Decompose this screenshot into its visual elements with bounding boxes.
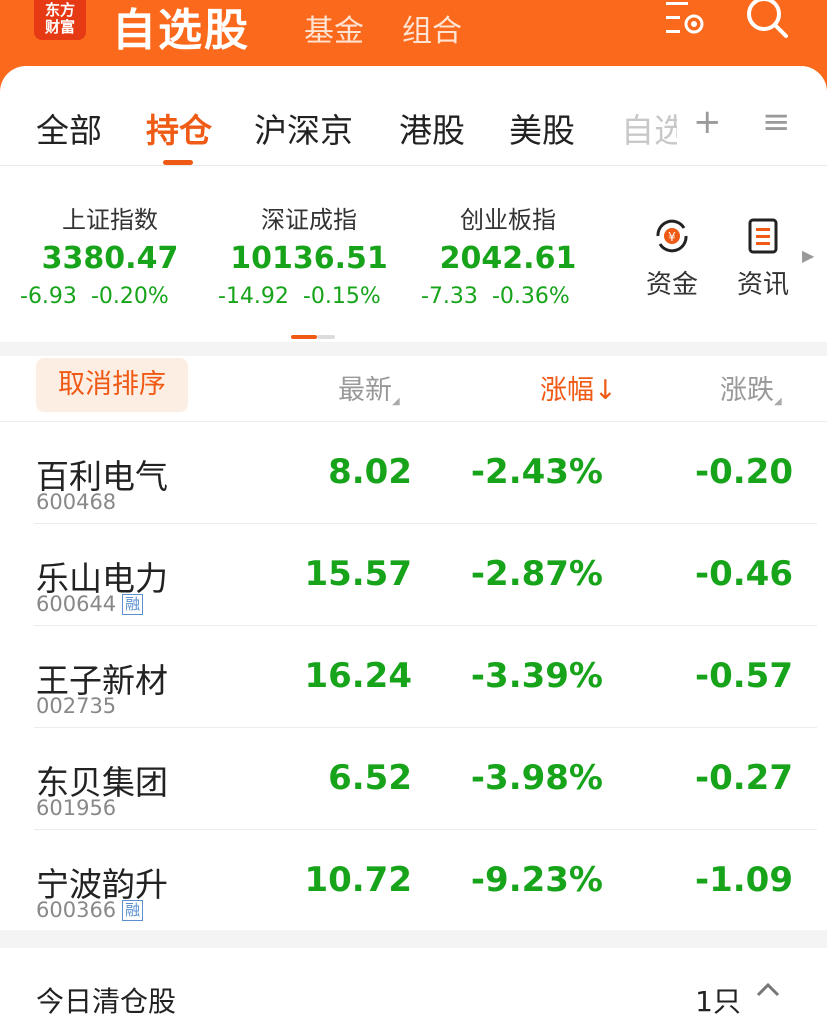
stock-chg: -1.09 <box>695 860 793 900</box>
stock-row[interactable]: 百利电气 600468 8.02 -2.43% -0.20 <box>0 422 827 524</box>
fund-flow-icon: ¥ <box>656 219 688 253</box>
news-icon <box>748 218 778 254</box>
margin-badge: 融 <box>122 900 144 921</box>
fund-flow-label: 资金 <box>645 270 698 300</box>
stock-pct: -2.87% <box>470 554 603 594</box>
index-change-abs: -14.92 <box>218 284 289 309</box>
index-change: -7.33 -0.36% <box>421 284 570 309</box>
svg-text:¥: ¥ <box>668 230 676 244</box>
chevron-up-icon[interactable] <box>755 974 781 1009</box>
stock-row[interactable]: 宁波韵升 600366 融 10.72 -9.23% -1.09 <box>0 830 827 932</box>
margin-badge: 融 <box>122 594 144 615</box>
stock-code: 600644 <box>36 592 117 616</box>
tab-custom[interactable]: 自选 <box>621 104 677 152</box>
index-sh[interactable]: 上证指数 3380.47 <box>10 200 210 276</box>
divider <box>0 930 827 948</box>
stock-list: 百利电气 600468 8.02 -2.43% -0.20 乐山电力 60064… <box>0 422 827 932</box>
col-latest-label: 最新 <box>338 375 392 406</box>
tab-all[interactable]: 全部 <box>36 104 102 152</box>
col-pct[interactable]: 涨幅↓ <box>540 368 617 407</box>
stock-chg: -0.57 <box>695 656 793 696</box>
page-dot <box>317 335 335 339</box>
sort-triangle-icon: ◢ <box>774 396 782 407</box>
tab-bar: 全部 持仓 沪深京 港股 美股 自选 + ≡ <box>0 66 827 166</box>
page-dot-active <box>291 335 317 339</box>
app-logo[interactable]: 东方 财富 <box>34 0 86 40</box>
index-change-pct: -0.20% <box>90 284 169 309</box>
col-chg[interactable]: 涨跌◢ <box>720 368 782 407</box>
index-change-pct: -0.36% <box>491 284 570 309</box>
stock-pct: -3.98% <box>470 758 603 798</box>
cleared-count: 1只 <box>695 985 741 1018</box>
tab-us[interactable]: 美股 <box>509 104 575 152</box>
tab-holdings[interactable]: 持仓 <box>146 104 212 152</box>
sort-header: 取消排序 最新◢ 涨幅↓ 涨跌◢ <box>0 356 827 422</box>
stock-price: 6.52 <box>328 758 412 798</box>
stock-pct: -3.39% <box>470 656 603 696</box>
stock-price: 10.72 <box>304 860 412 900</box>
stock-price: 8.02 <box>328 452 412 492</box>
cleared-stocks-section[interactable]: 今日清仓股 1只 <box>0 948 827 1024</box>
col-pct-label: 涨幅 <box>540 375 594 406</box>
index-value: 3380.47 <box>41 241 179 276</box>
stock-chg: -0.27 <box>695 758 793 798</box>
nav-fund[interactable]: 基金 <box>304 6 364 50</box>
index-cy[interactable]: 创业板指 2042.61 <box>408 200 608 276</box>
stock-code: 600366 <box>36 898 117 922</box>
stock-row[interactable]: 乐山电力 600644 融 15.57 -2.87% -0.46 <box>0 524 827 626</box>
col-chg-label: 涨跌 <box>720 375 774 406</box>
stock-pct: -2.43% <box>470 452 603 492</box>
stock-code: 601956 <box>36 796 117 820</box>
stock-code-wrap: 600644 融 <box>36 592 144 616</box>
stock-chg: -0.20 <box>695 452 793 492</box>
add-icon[interactable]: + <box>693 102 722 142</box>
news-button[interactable]: 资讯 <box>728 218 798 301</box>
index-name: 创业板指 <box>460 206 556 234</box>
index-strip: 上证指数 3380.47 深证成指 10136.51 创业板指 2042.61 … <box>0 166 827 342</box>
sort-triangle-icon: ◢ <box>392 396 400 407</box>
stock-row[interactable]: 东贝集团 601956 6.52 -3.98% -0.27 <box>0 728 827 830</box>
search-icon[interactable] <box>744 0 792 44</box>
stock-price: 16.24 <box>304 656 412 696</box>
stock-code-wrap: 600366 融 <box>36 898 144 922</box>
index-change: -14.92 -0.15% <box>218 284 381 309</box>
scroll-right-icon[interactable]: ▶ <box>802 246 814 265</box>
news-label: 资讯 <box>736 270 789 300</box>
index-change-abs: -6.93 <box>20 284 77 309</box>
logo-line1: 东方 <box>44 1 75 19</box>
stock-code: 600468 <box>36 490 117 514</box>
tab-hs-bj[interactable]: 沪深京 <box>254 104 353 152</box>
index-name: 上证指数 <box>62 206 158 234</box>
nav-portfolio[interactable]: 组合 <box>402 6 462 50</box>
page-indicator <box>291 324 335 343</box>
stock-code: 002735 <box>36 694 117 718</box>
stock-pct: -9.23% <box>470 860 603 900</box>
index-value: 2042.61 <box>439 241 577 276</box>
sort-down-icon: ↓ <box>594 375 617 406</box>
main-panel: 全部 持仓 沪深京 港股 美股 自选 + ≡ 上证指数 3380.47 深证成指… <box>0 66 827 1024</box>
index-name: 深证成指 <box>261 206 357 234</box>
page-title[interactable]: 自选股 <box>112 0 250 58</box>
stock-row[interactable]: 王子新材 002735 16.24 -3.39% -0.57 <box>0 626 827 728</box>
index-change: -6.93 -0.20% <box>20 284 169 309</box>
index-sz[interactable]: 深证成指 10136.51 <box>209 200 409 276</box>
index-change-pct: -0.15% <box>302 284 381 309</box>
logo-line2: 财富 <box>44 18 75 36</box>
active-tab-indicator <box>163 160 193 165</box>
menu-icon[interactable]: ≡ <box>762 102 791 142</box>
index-change-abs: -7.33 <box>421 284 478 309</box>
cleared-label: 今日清仓股 <box>36 985 177 1018</box>
col-latest[interactable]: 最新◢ <box>338 368 400 407</box>
stock-price: 15.57 <box>304 554 412 594</box>
cancel-sort-button[interactable]: 取消排序 <box>36 358 188 412</box>
stock-chg: -0.46 <box>695 554 793 594</box>
index-value: 10136.51 <box>230 241 388 276</box>
divider <box>0 342 827 356</box>
settings-list-icon[interactable] <box>664 0 710 44</box>
tab-hk[interactable]: 港股 <box>399 104 465 152</box>
fund-flow-button[interactable]: ¥ 资金 <box>637 218 707 301</box>
